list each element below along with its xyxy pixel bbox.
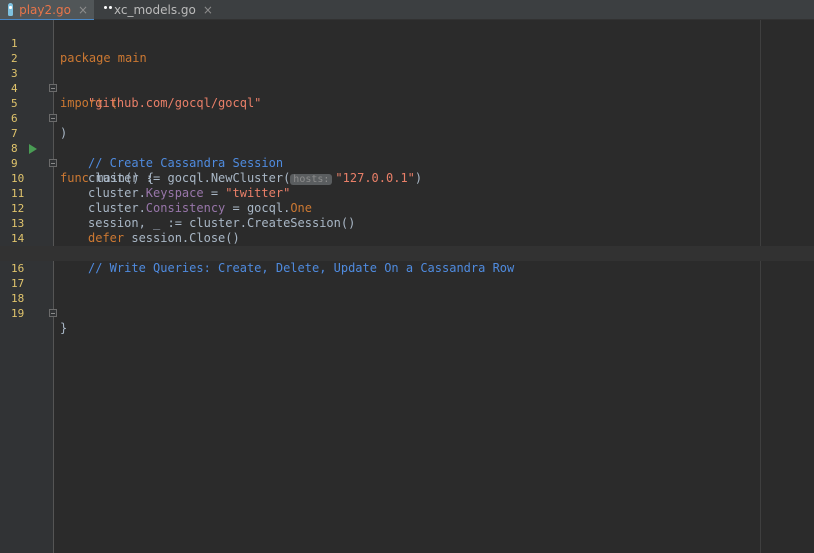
close-icon[interactable]: × [78,3,88,17]
current-code-line[interactable]: 16 [0,246,814,275]
code-line[interactable]: 15 // Write Queries: Create, Delete, Upd… [0,231,814,275]
code-line[interactable]: 8 // Create Cassandra Session [0,126,814,170]
code-line[interactable]: 5 ) [0,81,814,140]
code-line[interactable]: 14 [0,216,814,245]
code-line[interactable]: 3 import ( [0,51,814,110]
close-icon[interactable]: × [203,3,213,17]
tab-label: play2.go [19,2,71,17]
code-line[interactable]: 7 func main() { [0,111,814,185]
code-line[interactable]: 4 "github.com/gocql/gocql" [0,66,814,110]
code-text: } [60,321,68,335]
code-line[interactable]: 1 package main [0,21,814,65]
code-line[interactable]: 12 session, _ := cluster.CreateSession() [0,186,814,230]
tab-label: xc_models.go [114,2,196,17]
code-line[interactable]: 13 defer session.Close() [0,201,814,245]
code-line[interactable]: 2 [0,36,814,65]
code-line[interactable]: 17 [0,261,814,290]
code-line[interactable]: 6 [0,96,814,125]
fold-icon[interactable] [49,309,57,317]
code-line[interactable]: 11 cluster.Consistency = gocql.One [0,171,814,215]
code-line[interactable]: 19 [0,291,814,320]
code-line[interactable]: 10 cluster.Keyspace = "twitter" [0,156,814,200]
tab-xc-models-go[interactable]: xc_models.go × [100,0,218,19]
line-number: 19 [11,307,25,320]
tab-bar: play2.go × xc_models.go × [0,0,814,21]
tab-play2-go[interactable]: play2.go × [0,0,94,21]
go-gopher-icon [8,3,14,16]
code-line[interactable]: 18 } [0,276,814,335]
code-line[interactable]: 9 cluster := gocql.NewCluster(hosts: "127… [0,141,814,185]
